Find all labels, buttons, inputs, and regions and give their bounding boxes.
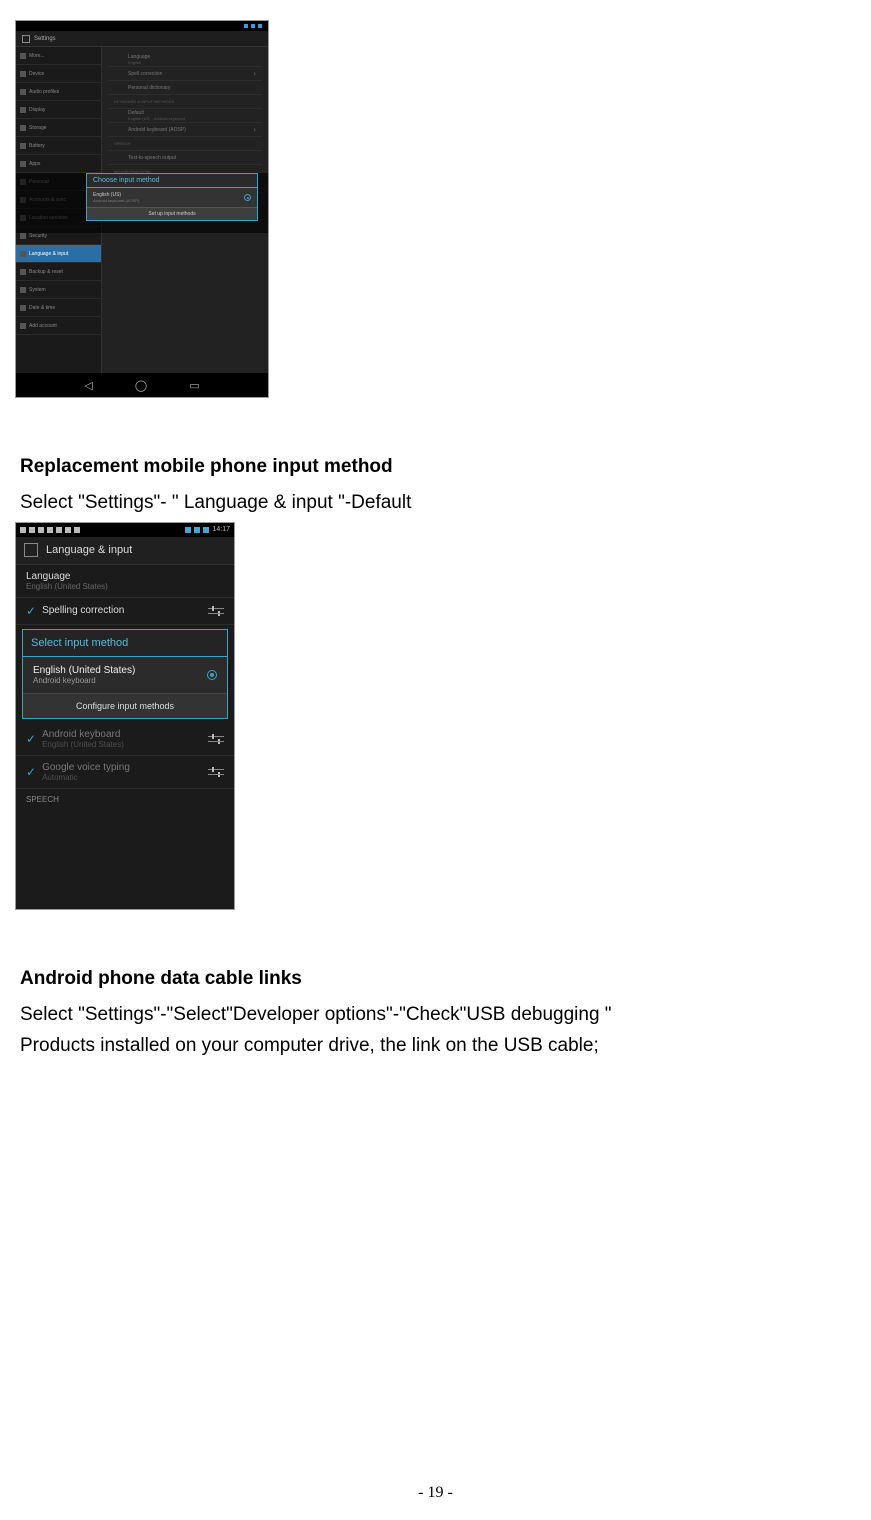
input-method-option[interactable]: English (US)Android keyboard (AOSP) — [87, 188, 257, 207]
phone-screenshot: 14:17 Language & input Language English … — [15, 522, 235, 910]
section-header: KEYBOARD & INPUT METHODS — [108, 95, 262, 109]
page-number: - 19 - — [0, 1484, 871, 1502]
sidebar-item[interactable]: Display — [16, 101, 101, 119]
sidebar-item-language-input[interactable]: Language & input — [16, 245, 101, 263]
setup-input-methods-button[interactable]: Set up input methods — [87, 207, 257, 220]
pref-spelling-correction[interactable]: ✓Spelling correction — [16, 598, 234, 625]
dialog-title: Choose input method — [87, 174, 257, 188]
recent-apps-icon[interactable]: ▭ — [189, 379, 199, 392]
status-icons-right: 14:17 — [185, 526, 230, 533]
sidebar-item[interactable]: Device — [16, 65, 101, 83]
settings-sliders-icon[interactable] — [208, 732, 224, 746]
language-input-header: Language & input — [16, 537, 234, 565]
pref-default[interactable]: DefaultEnglish (US) - Android keyboard — [108, 109, 262, 123]
sidebar-item[interactable]: Storage — [16, 119, 101, 137]
pref-android-keyboard[interactable]: ✓Android keyboardEnglish (United States) — [16, 723, 234, 756]
section-heading-replacement-input: Replacement mobile phone input method — [20, 456, 851, 478]
radio-selected-icon — [244, 194, 251, 201]
sidebar-item[interactable]: System — [16, 281, 101, 299]
clock: 14:17 — [212, 526, 230, 533]
section-header: SPEECH — [108, 137, 262, 151]
sidebar-item[interactable]: Audio profiles — [16, 83, 101, 101]
status-bar: 14:17 — [16, 523, 234, 537]
input-method-option[interactable]: English (United States)Android keyboard — [23, 657, 227, 693]
sidebar-item[interactable]: Backup & reset — [16, 263, 101, 281]
configure-input-methods-button[interactable]: Configure input methods — [23, 693, 227, 718]
pref-language[interactable]: LanguageEnglish — [108, 53, 262, 67]
choose-input-method-dialog: Choose input method English (US)Android … — [86, 173, 258, 221]
system-nav-bar: ◁ ◯ ▭ — [16, 373, 268, 397]
tablet-screenshot: Settings More... Device Audio profiles D… — [15, 20, 269, 398]
pref-language[interactable]: Language English (United States) — [16, 565, 234, 598]
section-body: Select "Settings"- " Language & input "-… — [20, 490, 851, 516]
select-input-method-dialog: Select input method English (United Stat… — [22, 629, 228, 719]
section-heading-data-cable: Android phone data cable links — [20, 968, 851, 990]
pref-tts[interactable]: Text-to-speech output — [108, 151, 262, 165]
section-body: Products installed on your computer driv… — [20, 1033, 851, 1059]
pref-personal-dictionary[interactable]: Personal dictionary — [108, 81, 262, 95]
check-icon: ✓ — [26, 604, 36, 618]
status-icons-left — [20, 527, 80, 533]
pref-spell-correction[interactable]: Spell correction› — [108, 67, 262, 81]
back-icon[interactable]: ◁ — [84, 379, 92, 392]
section-header-speech: SPEECH — [16, 789, 234, 806]
settings-sliders-icon[interactable] — [208, 765, 224, 779]
home-icon[interactable]: ◯ — [135, 379, 147, 392]
settings-sliders-icon[interactable] — [208, 604, 224, 618]
check-icon: ✓ — [26, 732, 36, 746]
sidebar-item[interactable]: Add account — [16, 317, 101, 335]
section-body: Select "Settings"-"Select"Developer opti… — [20, 1002, 851, 1028]
radio-selected-icon — [207, 670, 217, 680]
pref-android-keyboard[interactable]: Android keyboard (AOSP)› — [108, 123, 262, 137]
settings-header: Settings — [16, 31, 268, 47]
sidebar-item[interactable]: Date & time — [16, 299, 101, 317]
check-icon: ✓ — [26, 765, 36, 779]
sidebar-item[interactable]: Apps — [16, 155, 101, 173]
sidebar-item[interactable]: Battery — [16, 137, 101, 155]
dialog-title: Select input method — [23, 630, 227, 657]
sidebar-item[interactable]: More... — [16, 47, 101, 65]
pref-google-voice-typing[interactable]: ✓Google voice typingAutomatic — [16, 756, 234, 789]
status-bar — [16, 21, 268, 31]
